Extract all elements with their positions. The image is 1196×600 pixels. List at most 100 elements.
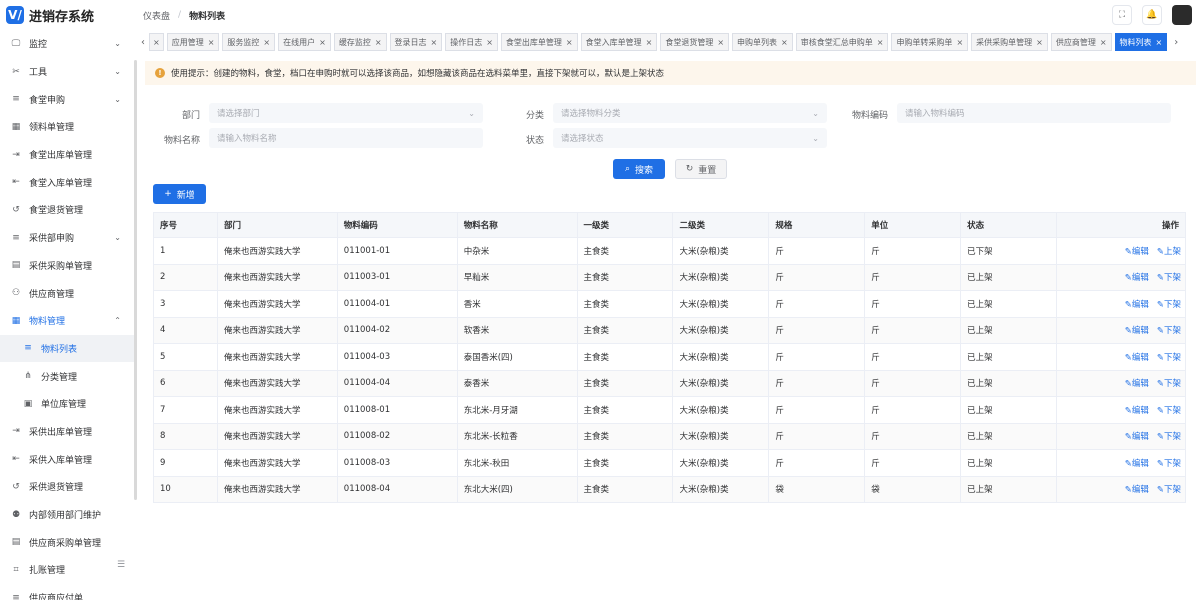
tab-item[interactable]: 应用管理 × <box>166 33 220 51</box>
tab-item[interactable]: 供应商管理 × <box>1050 33 1112 51</box>
sidebar-item[interactable]: ✂ 工具 ⌄ <box>0 58 137 86</box>
sidebar-item[interactable]: ⇤ 采供入库单管理 <box>0 445 137 473</box>
bell-icon[interactable]: 🔔 <box>1142 5 1162 25</box>
sidebar: 🖵 监控 ⌄ ✂ 工具 ⌄ ≡ 食堂申购 ⌄ ▦ 领料单管理 ⇥ 食堂出库单管理 ⇤ 食堂入库单管理 ↺ 食堂退… <box>0 30 137 600</box>
close-icon[interactable]: × <box>781 38 788 47</box>
sidebar-item[interactable]: ≡ 采供部申购 ⌄ <box>0 224 137 252</box>
edit-label: 编辑 <box>1131 458 1149 469</box>
close-icon[interactable]: × <box>646 38 653 47</box>
close-icon[interactable]: × <box>319 38 326 47</box>
edit-link[interactable]: ✎编辑 <box>1125 247 1149 257</box>
close-icon[interactable]: × <box>566 38 573 47</box>
edit-link[interactable]: ✎编辑 <box>1125 379 1149 389</box>
tab-item[interactable]: 审核食堂汇总申购单 × <box>795 33 889 51</box>
sidebar-item[interactable]: ⚇ 供应商管理 <box>0 279 137 307</box>
close-icon[interactable]: × <box>877 38 884 47</box>
close-icon[interactable]: × <box>717 38 724 47</box>
sidebar-item[interactable]: ▣ 单位库管理 <box>0 390 137 418</box>
close-icon[interactable]: × <box>1100 38 1107 47</box>
sidebar-item[interactable]: ↺ 采供退货管理 <box>0 473 137 501</box>
close-icon[interactable]: × <box>263 38 270 47</box>
tab-item[interactable]: 食堂出库单管理 × <box>500 33 578 51</box>
edit-link[interactable]: ✎编辑 <box>1125 485 1149 495</box>
sidebar-item[interactable]: ⇥ 食堂出库单管理 <box>0 141 137 169</box>
toggle-shelf-link[interactable]: ✎下架 <box>1157 459 1181 469</box>
toggle-shelf-link[interactable]: ✎下架 <box>1157 379 1181 389</box>
sidebar-item[interactable]: ▤ 采供采购单管理 <box>0 252 137 280</box>
toggle-shelf-link[interactable]: ✎下架 <box>1157 353 1181 363</box>
edit-link[interactable]: ✎编辑 <box>1125 300 1149 310</box>
table-row: 3 俺来也西游实践大学 011004-01 香米 主食类 大米(杂粮)类斤斤已上架 ✎编辑 ✎… <box>153 290 1186 318</box>
close-icon[interactable]: × <box>956 38 963 47</box>
tab-item[interactable]: 采供采购单管理 × <box>971 33 1048 51</box>
toggle-shelf-link[interactable]: ✎下架 <box>1157 273 1181 283</box>
tab-item[interactable]: 登录日志 × <box>389 33 443 51</box>
avatar[interactable] <box>1172 5 1192 25</box>
tab-item[interactable]: 缓存监控 × <box>333 33 387 51</box>
sidebar-item[interactable]: ⚉ 内部领用部门维护 <box>0 501 137 529</box>
close-icon[interactable]: × <box>153 38 160 47</box>
tab-item[interactable]: 物料列表 × <box>1114 33 1168 51</box>
edit-link[interactable]: ✎编辑 <box>1125 353 1149 363</box>
name-placeholder: 请输入物料名称 <box>217 134 277 144</box>
sidebar-item[interactable]: ↺ 食堂退货管理 <box>0 196 137 224</box>
sidebar-item[interactable]: ≡ 物料列表 <box>0 334 137 363</box>
breadcrumb-home[interactable]: 仪表盘 <box>143 9 170 22</box>
chevron-left-icon[interactable]: ‹ <box>137 37 149 48</box>
code-input[interactable]: 请输入物料编码 <box>897 103 1171 123</box>
edit-link[interactable]: ✎编辑 <box>1125 273 1149 283</box>
toggle-shelf-link[interactable]: ✎下架 <box>1157 326 1181 336</box>
dept-select[interactable]: 请选择部门 ⌄ <box>209 103 483 123</box>
edit-link[interactable]: ✎编辑 <box>1125 432 1149 442</box>
tab-item[interactable]: 在线用户 × <box>278 33 331 51</box>
name-input[interactable]: 请输入物料名称 <box>209 128 483 148</box>
sidebar-scrollbar[interactable] <box>134 60 137 500</box>
sidebar-item[interactable]: ⋔ 分类管理 <box>0 362 137 390</box>
close-icon[interactable]: × <box>431 38 438 47</box>
tab-item[interactable]: 食堂退货管理 × <box>660 33 730 51</box>
add-button[interactable]: + 新增 <box>153 184 206 204</box>
sidebar-item[interactable]: ▤ 供应商采购单管理 <box>0 528 137 556</box>
tab-item[interactable]: 申购单列表 × <box>732 33 793 51</box>
table-cell: 东北米-月牙湖 <box>456 396 578 424</box>
sidebar-item[interactable]: ⇤ 食堂入库单管理 <box>0 168 137 196</box>
edit-link[interactable]: ✎编辑 <box>1125 459 1149 469</box>
tab-item[interactable]: 服务监控 × <box>222 33 276 51</box>
status-select[interactable]: 请选择状态 ⌄ <box>553 128 827 148</box>
tab-close-only[interactable]: × <box>149 33 164 51</box>
close-icon[interactable]: × <box>1036 38 1043 47</box>
sidebar-item[interactable]: ⇥ 采供出库单管理 <box>0 418 137 446</box>
logo[interactable]: V/ 进销存系统 <box>0 0 135 30</box>
toggle-shelf-link[interactable]: ✎下架 <box>1157 485 1181 495</box>
chevron-right-icon[interactable]: › <box>1170 37 1182 48</box>
close-icon[interactable]: × <box>1156 38 1163 47</box>
sidebar-item[interactable]: 🖵 监控 ⌄ <box>0 30 137 58</box>
close-icon[interactable]: × <box>208 38 215 47</box>
edit-link[interactable]: ✎编辑 <box>1125 406 1149 416</box>
sidebar-item[interactable]: ▦ 领料单管理 <box>0 113 137 141</box>
category-select[interactable]: 请选择物料分类 ⌄ <box>553 103 827 123</box>
tab-item[interactable]: 申购单转采购单 × <box>891 33 969 51</box>
card-icon: ▤ <box>11 537 21 548</box>
table-cell: 5 <box>153 343 218 371</box>
sidebar-item[interactable]: ≡ 食堂申购 ⌄ <box>0 85 137 113</box>
sidebar-item[interactable]: ▦ 物料管理 ⌃ <box>0 307 137 335</box>
fullscreen-icon[interactable]: ⛶ <box>1112 5 1132 25</box>
edit-link[interactable]: ✎编辑 <box>1125 326 1149 336</box>
table-cell: 斤 <box>768 369 866 397</box>
toggle-shelf-link[interactable]: ✎下架 <box>1157 406 1181 416</box>
close-icon[interactable]: × <box>486 38 493 47</box>
toggle-shelf-link[interactable]: ✎下架 <box>1157 432 1181 442</box>
collapse-menu-icon[interactable]: ☰ <box>117 560 125 570</box>
close-icon[interactable]: × <box>375 38 382 47</box>
table-cell: 斤 <box>864 449 962 477</box>
edit-icon: ✎ <box>1156 326 1164 337</box>
tab-item[interactable]: 食堂入库单管理 × <box>580 33 658 51</box>
tab-item[interactable]: 操作日志 × <box>445 33 498 51</box>
sidebar-item[interactable]: ≡ 供应商应付单 <box>0 584 137 600</box>
toggle-shelf-link[interactable]: ✎上架 <box>1157 247 1181 257</box>
toggle-shelf-link[interactable]: ✎下架 <box>1157 300 1181 310</box>
sidebar-item-label: 采供入库单管理 <box>29 455 93 466</box>
reset-button[interactable]: ↻ 重置 <box>675 159 727 179</box>
search-button[interactable]: ⌕ 搜索 <box>613 159 665 179</box>
